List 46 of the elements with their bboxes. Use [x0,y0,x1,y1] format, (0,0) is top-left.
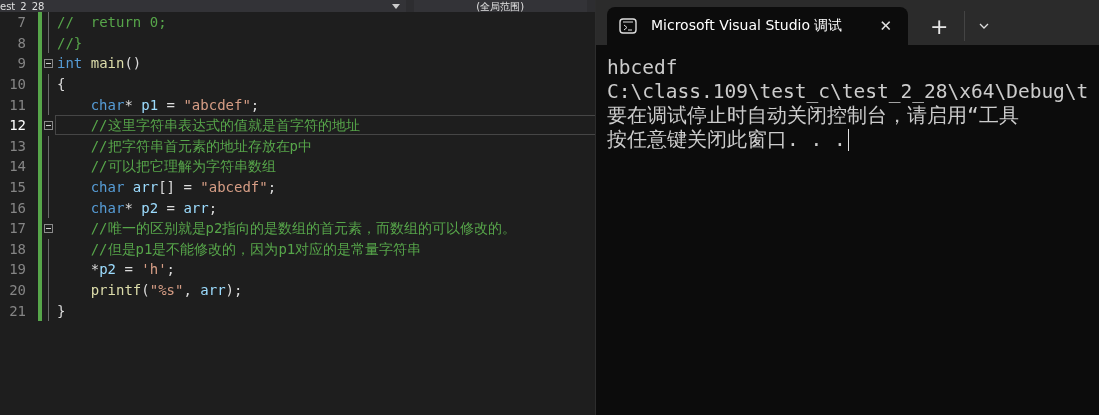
console-output-line: hbcedf [607,56,678,80]
code-line: char* p1 = "abcdef"; [89,95,261,115]
line-number: 18 [8,240,26,257]
terminal-tab[interactable]: Microsoft Visual Studio 调试 ✕ [607,7,908,45]
line-number: 8 [16,34,26,51]
code-line: char* p2 = arr; [89,198,219,218]
collapse-icon[interactable] [44,223,53,233]
line-number: 20 [8,282,26,298]
line-number: 19 [8,261,26,278]
line-number: 12 [8,117,26,134]
code-line: // return 0; [56,13,168,33]
code-line: //} [56,33,84,53]
code-line: int main() [56,54,143,74]
collapse-icon[interactable] [44,120,53,130]
chevron-down-icon[interactable] [979,23,990,29]
code-line: //把字符串首元素的地址存放在p中 [89,136,313,156]
line-number: 10 [8,76,26,93]
new-tab-button[interactable]: + [908,11,966,41]
line-number: 16 [8,199,26,216]
code-line: //可以把它理解为字符串数组 [89,157,277,177]
caret-icon [392,3,401,9]
line-number: 21 [8,302,26,319]
code-line: //唯一的区别就是p2指向的是数组的首元素，而数组的可以修改的。 [89,219,518,239]
collapse-icon[interactable] [44,59,53,68]
tab-title: Microsoft Visual Studio 调试 [651,17,844,35]
line-number: 14 [8,158,26,175]
line-number: 7 [16,14,26,31]
console-output-line: 要在调试停止时自动关闭控制台，请启用“工具 [607,104,1019,128]
line-number: 13 [8,137,26,154]
code-line: char arr[] = "abcedf"; [89,178,278,198]
line-number: 9 [16,55,26,72]
console-output-line: 按任意键关闭此窗口. . . [607,128,846,152]
code-line: //但是p1是不能修改的，因为p1对应的是常量字符串 [89,239,423,259]
text-cursor [847,129,849,151]
code-line: { [56,75,67,95]
console-output-line: C:\class.109\test_c\test_2_28\x64\Debug\t [607,80,1089,104]
line-number: 11 [8,96,26,113]
line-number: 15 [8,179,26,196]
code-line: *p2 = 'h'; [89,260,176,280]
code-line: printf("%s", arr); [89,281,244,300]
close-button[interactable]: ✕ [875,17,896,35]
console-icon [619,18,637,34]
code-line: //这里字符串表达式的值就是首字符的地址 [55,115,595,136]
file-selector[interactable]: est_2_28 [0,0,45,12]
code-line: } [56,301,67,321]
line-number: 17 [8,220,26,237]
